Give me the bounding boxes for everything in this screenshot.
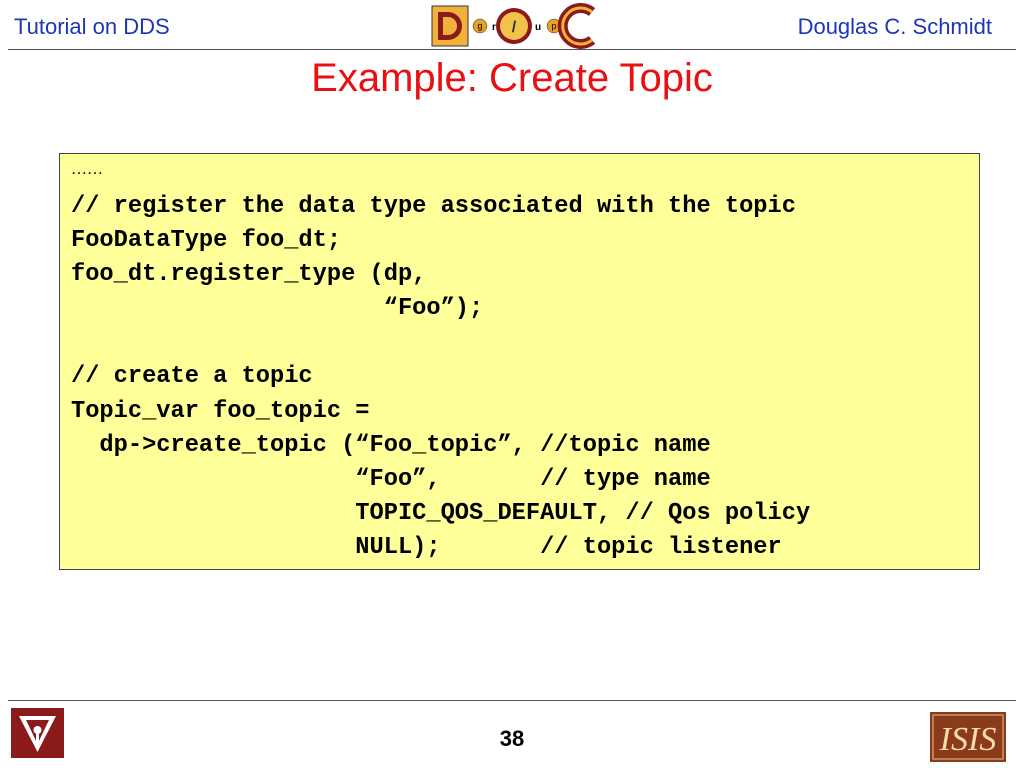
footer-divider <box>8 700 1016 701</box>
svg-text:u: u <box>535 22 541 33</box>
logo-clock-circle: / <box>496 8 532 44</box>
header-divider <box>8 49 1016 50</box>
header-author: Douglas C. Schmidt <box>797 14 992 39</box>
doc-group-logo: g r / u p <box>431 3 596 49</box>
svg-text:/: / <box>512 19 517 36</box>
isis-logo: ISIS <box>930 712 1006 762</box>
svg-text:r: r <box>492 22 496 33</box>
code-ellipsis: …… <box>71 161 103 178</box>
logo-letter-u: u <box>535 22 541 33</box>
header-course-title: Tutorial on DDS <box>14 14 170 39</box>
page-number: 38 <box>499 726 525 751</box>
slide-title: Example: Create Topic <box>311 56 713 100</box>
svg-text:g: g <box>477 21 482 31</box>
logo-letter-c <box>557 3 596 49</box>
svg-text:ISIS: ISIS <box>939 721 997 758</box>
code-listing: // register the data type associated wit… <box>71 193 811 561</box>
logo-letter-g: g <box>472 18 488 34</box>
logo-letter-r: r <box>492 22 496 33</box>
logo-letter-d <box>431 5 469 47</box>
svg-text:p: p <box>551 21 556 31</box>
